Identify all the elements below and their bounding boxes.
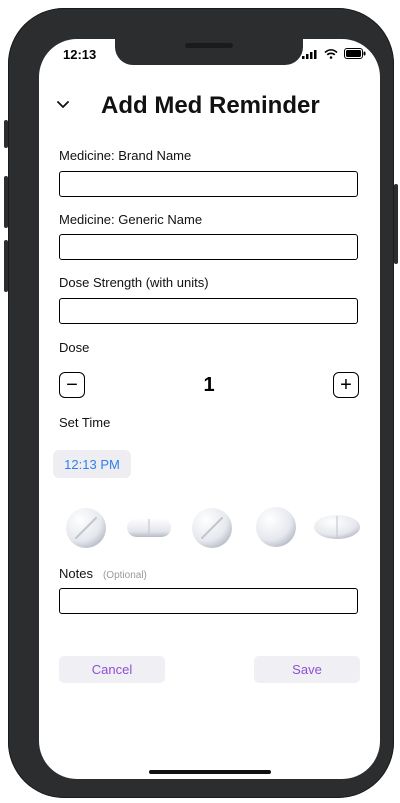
dose-strength-label: Dose Strength (with units) <box>59 275 209 290</box>
dose-value: 1 <box>203 374 215 396</box>
status-icons <box>302 48 366 59</box>
dose-strength-input[interactable] <box>59 298 358 324</box>
brand-name-label: Medicine: Brand Name <box>59 148 192 163</box>
save-button[interactable]: Save <box>254 656 360 683</box>
cancel-button[interactable]: Cancel <box>59 656 165 683</box>
generic-name-input[interactable] <box>59 234 358 260</box>
back-button[interactable] <box>53 95 73 115</box>
battery-icon <box>344 48 366 59</box>
screen: 12:13 Add Med Reminder Medicine: Brand N… <box>39 39 380 779</box>
cancel-label: Cancel <box>91 662 133 677</box>
notes-label: Notes (Optional) <box>59 566 147 581</box>
signal-icon <box>302 49 317 59</box>
page-title: Add Med Reminder <box>101 92 320 119</box>
header: Add Med Reminder <box>39 89 380 125</box>
increment-button[interactable]: + <box>333 372 359 398</box>
speaker <box>185 43 233 48</box>
volume-up-button <box>4 176 8 228</box>
power-button <box>394 184 398 264</box>
optional-hint: (Optional) <box>102 570 147 581</box>
capsule-pill-icon[interactable] <box>125 514 173 540</box>
notes-title: Notes <box>59 566 93 581</box>
phone-frame: 12:13 Add Med Reminder Medicine: Brand N… <box>4 8 398 798</box>
time-picker[interactable]: 12:13 PM <box>53 450 131 478</box>
volume-down-button <box>4 240 8 292</box>
round-scored-pill-icon[interactable] <box>63 505 109 551</box>
decrement-button[interactable]: − <box>59 372 85 398</box>
brand-name-input[interactable] <box>59 171 358 197</box>
save-label: Save <box>292 662 322 677</box>
home-indicator <box>149 770 271 774</box>
plus-icon: + <box>340 374 352 396</box>
oval-pill-icon[interactable] <box>313 512 361 542</box>
time-picker-value: 12:13 PM <box>64 456 120 472</box>
silent-switch <box>4 120 8 148</box>
pill-shape-selector <box>59 505 361 551</box>
chevron-down-icon <box>57 101 69 108</box>
round-pill-icon[interactable] <box>253 505 299 551</box>
status-time: 12:13 <box>63 47 97 62</box>
notch <box>115 39 303 65</box>
minus-icon: − <box>66 374 78 396</box>
dose-label: Dose <box>59 340 90 355</box>
notes-input[interactable] <box>59 588 358 614</box>
wifi-icon <box>324 48 338 59</box>
generic-name-label: Medicine: Generic Name <box>59 212 203 227</box>
set-time-label: Set Time <box>59 415 111 430</box>
round-scored-pill-icon-2[interactable] <box>189 505 235 551</box>
